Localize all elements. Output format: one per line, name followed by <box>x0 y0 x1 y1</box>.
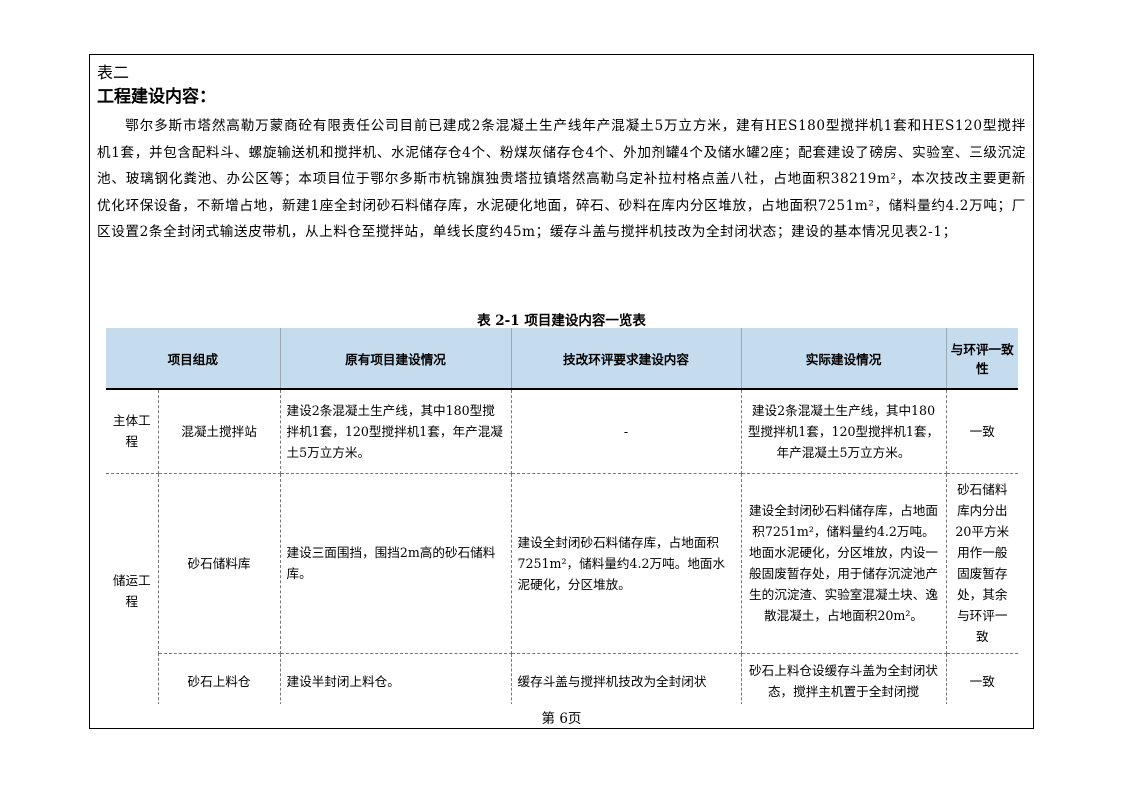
row-actual: 建设全封闭砂石料储存库，占地面积7251m²，储料量约4.2万吨。地面水泥硬化，… <box>741 473 947 654</box>
table-row: 主体工程 混凝土搅拌站 建设2条混凝土生产线，其中180型搅拌机1套，120型搅… <box>106 389 1018 474</box>
header-required: 技改环评要求建设内容 <box>511 328 742 390</box>
header-consistency: 与环评一致性 <box>946 328 1018 390</box>
construction-table: 项目组成 原有项目建设情况 技改环评要求建设内容 实际建设情况 与环评一致性 主… <box>106 328 1018 704</box>
table-viewport: 项目组成 原有项目建设情况 技改环评要求建设内容 实际建设情况 与环评一致性 主… <box>106 328 1018 704</box>
body-paragraph-text: 鄂尔多斯市塔然高勒万蒙商砼有限责任公司目前已建成2条混凝土生产线年产混凝土5万立… <box>97 118 1026 240</box>
row-item: 砂石储料库 <box>158 473 281 654</box>
body-paragraph: 鄂尔多斯市塔然高勒万蒙商砼有限责任公司目前已建成2条混凝土生产线年产混凝土5万立… <box>97 113 1026 246</box>
row-required: 缓存斗盖与搅拌机技改为全封闭状 <box>511 653 742 704</box>
row-item: 混凝土搅拌站 <box>158 389 281 474</box>
row-consistency: 砂石储料库内分出20平方米用作一般固废暂存处，其余与环评一致 <box>946 473 1018 654</box>
table-label: 表二 <box>97 63 130 82</box>
header-actual: 实际建设情况 <box>741 328 947 390</box>
row-category: 储运工程 <box>106 473 159 704</box>
header-original: 原有项目建设情况 <box>280 328 512 390</box>
row-item: 砂石上料仓 <box>158 653 281 704</box>
row-original: 建设2条混凝土生产线，其中180型搅拌机1套，120型搅拌机1套，年产混凝土5万… <box>280 389 512 474</box>
table-caption: 表 2-1 项目建设内容一览表 <box>477 313 646 329</box>
row-original: 建设半封闭上料仓。 <box>280 653 512 704</box>
row-consistency: 一致 <box>946 653 1018 704</box>
table-header-row: 项目组成 原有项目建设情况 技改环评要求建设内容 实际建设情况 与环评一致性 <box>106 328 1018 390</box>
row-actual: 砂石上料仓设缓存斗盖为全封闭状态，搅拌主机置于全封闭搅 <box>741 653 947 704</box>
section-heading: 工程建设内容： <box>97 87 216 107</box>
table-row: 砂石上料仓 建设半封闭上料仓。 缓存斗盖与搅拌机技改为全封闭状 砂石上料仓设缓存… <box>106 653 1018 704</box>
row-required: 建设全封闭砂石料储存库，占地面积7251m²，储料量约4.2万吨。地面水泥硬化，… <box>511 473 742 654</box>
page-footer: 第 6页 <box>541 711 582 727</box>
row-original: 建设三面围挡，围挡2m高的砂石储料库。 <box>280 473 512 654</box>
table-row: 储运工程 砂石储料库 建设三面围挡，围挡2m高的砂石储料库。 建设全封闭砂石料储… <box>106 473 1018 704</box>
row-consistency: 一致 <box>946 389 1018 474</box>
row-required: - <box>511 389 742 474</box>
row-category: 主体工程 <box>106 389 159 474</box>
row-actual: 建设2条混凝土生产线，其中180型搅拌机1套，120型搅拌机1套，年产混凝土5万… <box>741 389 947 474</box>
header-composition: 项目组成 <box>106 328 281 390</box>
